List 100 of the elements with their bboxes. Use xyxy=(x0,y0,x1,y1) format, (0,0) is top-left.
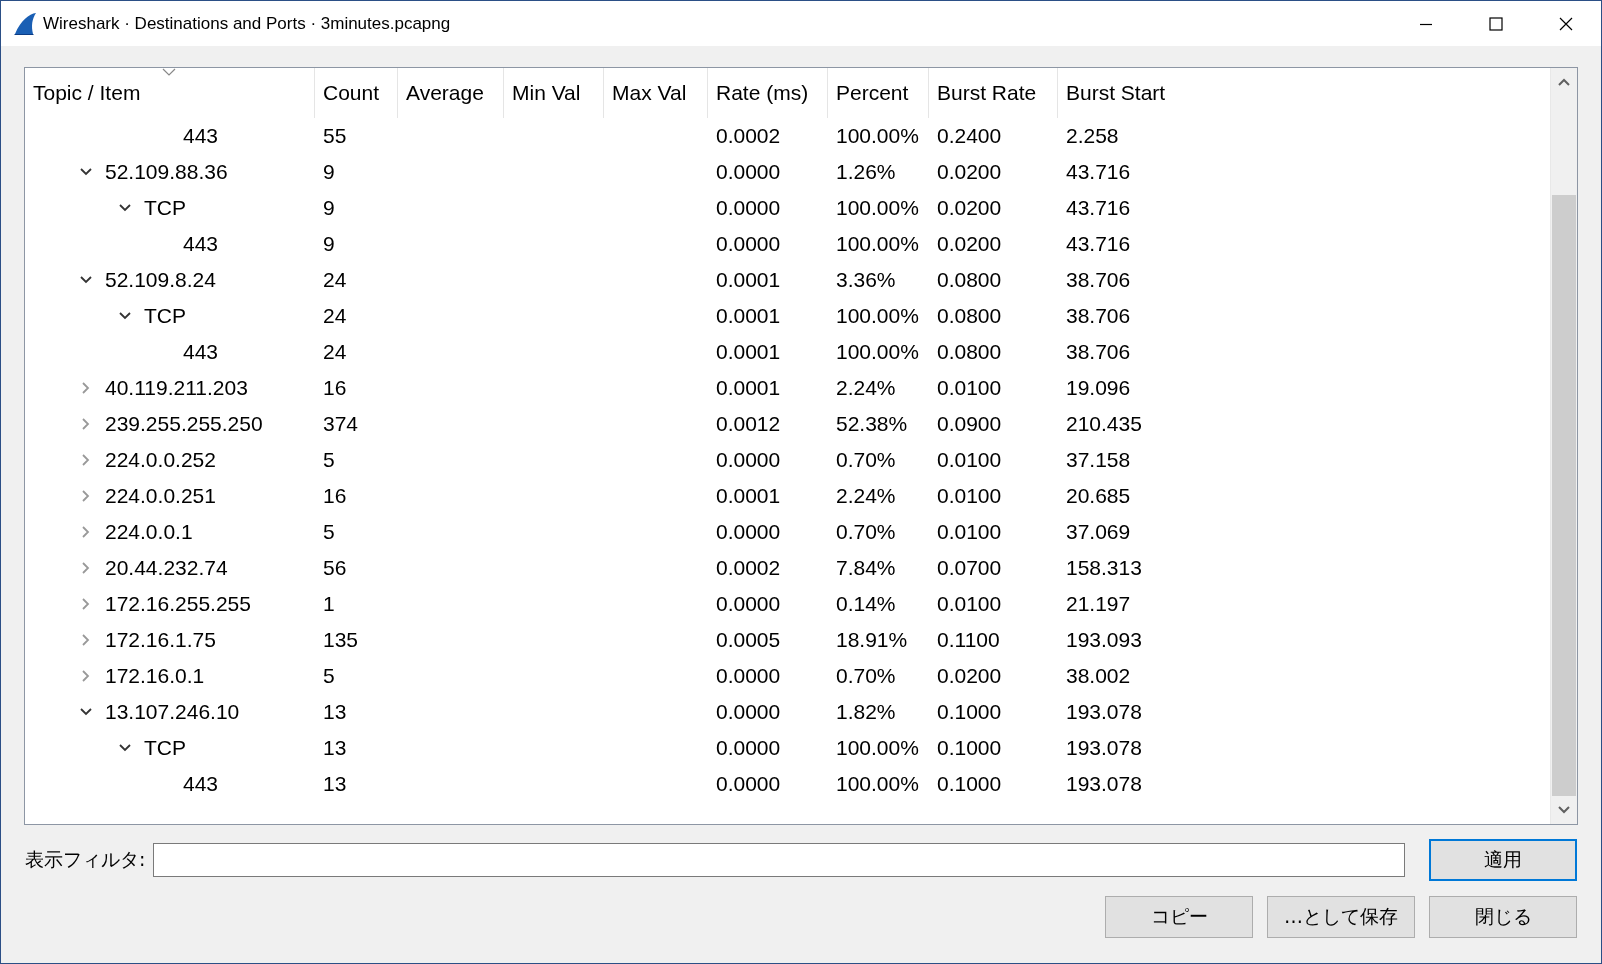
table-cell-text: 7.84% xyxy=(835,556,897,580)
tree-item-label[interactable]: 172.16.0.1 xyxy=(105,664,205,688)
table-cell-text: 0.0800 xyxy=(936,304,1003,328)
tree-item-label[interactable]: 40.119.211.203 xyxy=(105,376,248,400)
table-cell-text: 0.0000 xyxy=(715,700,782,724)
table-cell-text: 24 xyxy=(322,340,348,364)
table-cell-text: 100.00% xyxy=(835,124,920,148)
tree-item-label[interactable]: 20.44.232.74 xyxy=(105,556,228,580)
table-cell-text: 193.078 xyxy=(1065,772,1143,796)
table-cell-text: 43.716 xyxy=(1065,232,1132,256)
table-cell-text: 0.0100 xyxy=(936,484,1003,508)
tree-item-label[interactable]: 224.0.0.1 xyxy=(105,520,193,544)
table-cell-text: 100.00% xyxy=(835,340,920,364)
table-cell-text: 0.0001 xyxy=(715,484,782,508)
tree-item-label[interactable]: 224.0.0.251 xyxy=(105,484,216,508)
table-cell-text: 20.685 xyxy=(1065,484,1132,508)
table-cell-text: 9 xyxy=(322,160,336,184)
table-cell-text: 1.82% xyxy=(835,700,897,724)
table-cell-text: 0.0002 xyxy=(715,124,782,148)
table-cell-text: 38.706 xyxy=(1065,340,1132,364)
table-cell-text: 0.0200 xyxy=(936,232,1003,256)
table-cell-text: 158.313 xyxy=(1065,556,1143,580)
tree-item-label[interactable]: 239.255.255.250 xyxy=(105,412,263,436)
table-cell-text: 0.14% xyxy=(835,592,897,616)
table-cell-text: 0.0001 xyxy=(715,304,782,328)
table-cell-text: 38.706 xyxy=(1065,304,1132,328)
table-cell-text: 0.0001 xyxy=(715,268,782,292)
tree-item-label[interactable]: 52.109.88.36 xyxy=(105,160,228,184)
table-cell-text: 5 xyxy=(322,664,336,688)
table-cell-text: 0.0000 xyxy=(715,520,782,544)
table-cell-text: 13 xyxy=(322,736,348,760)
tree-item-label[interactable]: TCP xyxy=(144,196,186,220)
tree-item-label[interactable]: TCP xyxy=(144,304,186,328)
tree-item-label[interactable]: 13.107.246.10 xyxy=(105,700,240,724)
tree-item-label[interactable]: 443 xyxy=(183,340,219,364)
table-cell-text: 43.716 xyxy=(1065,196,1132,220)
table-cell-text: 0.1000 xyxy=(936,700,1003,724)
vertical-scrollbar[interactable] xyxy=(1550,68,1577,824)
table-cell-text: 0.0800 xyxy=(936,340,1003,364)
table-cell-text: 0.0000 xyxy=(715,592,782,616)
scroll-up-icon[interactable] xyxy=(1557,77,1571,87)
table-cell-text: 0.0700 xyxy=(936,556,1003,580)
table-cell-text: 1.26% xyxy=(835,160,897,184)
table-cell-text: 0.70% xyxy=(835,448,897,472)
table-cell-text: 0.0005 xyxy=(715,628,782,652)
table-cell-text: 0.0000 xyxy=(715,232,782,256)
tree-item-label[interactable]: 443 xyxy=(183,232,219,256)
window-title: Wireshark · Destinations and Ports · 3minutes.pcapng xyxy=(43,13,452,34)
table-cell-text: 5 xyxy=(322,448,336,472)
table-cell-text: 24 xyxy=(322,304,348,328)
table-cell-text: 0.0000 xyxy=(715,196,782,220)
filter-label: 表示フィルタ: xyxy=(25,847,146,872)
table-cell-text: 0.0000 xyxy=(715,448,782,472)
tree-item-label[interactable]: 172.16.255.255 xyxy=(105,592,251,616)
table-cell-text: 0.0100 xyxy=(936,592,1003,616)
scroll-down-icon[interactable] xyxy=(1557,805,1571,815)
tree-item-label[interactable]: 52.109.8.24 xyxy=(105,268,216,292)
table-cell-text: 0.1000 xyxy=(936,736,1003,760)
dialog-button[interactable]: 閉じる xyxy=(1429,896,1577,938)
table-cell-text: 38.002 xyxy=(1065,664,1132,688)
table-cell-text: 56 xyxy=(322,556,348,580)
table-cell-text: 2.24% xyxy=(835,484,897,508)
table-cell-text: 2.258 xyxy=(1065,124,1120,148)
maximize-icon[interactable] xyxy=(1488,15,1504,32)
table-cell-text: 0.0100 xyxy=(936,376,1003,400)
table-cell-text: 0.0001 xyxy=(715,376,782,400)
dialog-button[interactable]: …として保存 xyxy=(1267,896,1415,938)
dialog-button[interactable]: コピー xyxy=(1105,896,1253,938)
tree-item-label[interactable]: 443 xyxy=(183,772,219,796)
table-cell-text: 0.70% xyxy=(835,664,897,688)
table-cell-text: 0.0100 xyxy=(936,448,1003,472)
close-icon[interactable] xyxy=(1558,15,1574,32)
table-cell-text: 9 xyxy=(322,196,336,220)
table-cell-text: 100.00% xyxy=(835,232,920,256)
tree-item-label[interactable]: 224.0.0.252 xyxy=(105,448,216,472)
table-cell-text: 13 xyxy=(322,772,348,796)
table-cell-text: 52.38% xyxy=(835,412,909,436)
table-cell-text: 55 xyxy=(322,124,348,148)
table-cell-text: 13 xyxy=(322,700,348,724)
table-cell-text: 0.0800 xyxy=(936,268,1003,292)
tree-item-label[interactable]: 443 xyxy=(183,124,219,148)
table-cell-text: 9 xyxy=(322,232,336,256)
table-cell-text: 16 xyxy=(322,484,348,508)
table-cell-text: 2.24% xyxy=(835,376,897,400)
table-cell-text: 38.706 xyxy=(1065,268,1132,292)
table-cell-text: 5 xyxy=(322,520,336,544)
table-cell-text: 19.096 xyxy=(1065,376,1132,400)
table-cell-text: 135 xyxy=(322,628,360,652)
table-cell-text: 0.0001 xyxy=(715,340,782,364)
table-cell-text: 43.716 xyxy=(1065,160,1132,184)
tree-item-label[interactable]: 172.16.1.75 xyxy=(105,628,216,652)
table-cell-text: 16 xyxy=(322,376,348,400)
apply-button[interactable]: 適用 xyxy=(1429,839,1577,881)
scrollbar-thumb[interactable] xyxy=(1552,195,1576,796)
table-cell-text: 100.00% xyxy=(835,196,920,220)
tree-item-label[interactable]: TCP xyxy=(144,736,186,760)
table-cell-text: 374 xyxy=(322,412,360,436)
table-cell-text: 0.0000 xyxy=(715,772,782,796)
table-cell-text: 3.36% xyxy=(835,268,897,292)
table-cell-text: 37.069 xyxy=(1065,520,1132,544)
